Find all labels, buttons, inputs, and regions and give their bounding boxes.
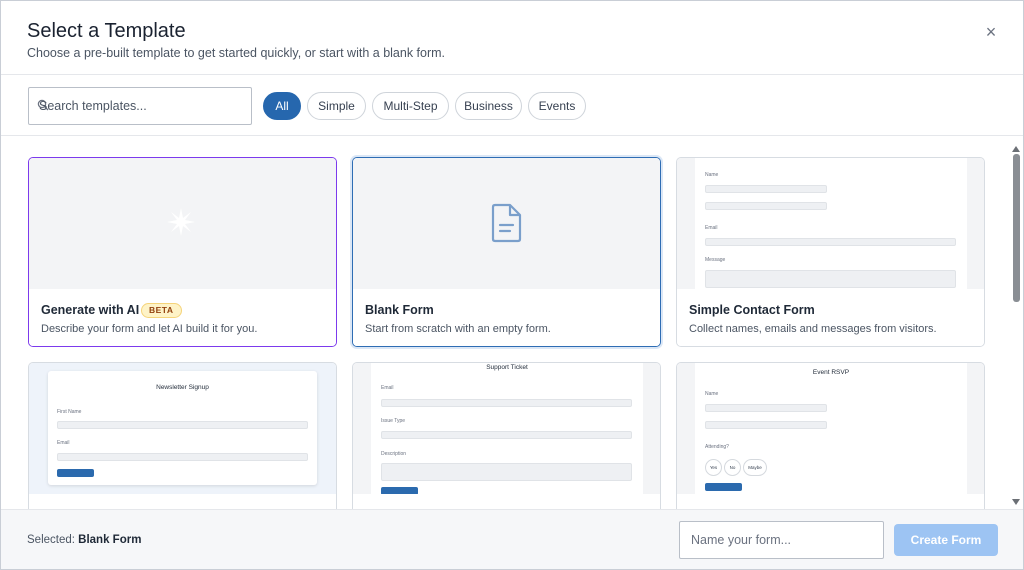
- selected-value: Blank Form: [78, 534, 142, 546]
- template-card-contact[interactable]: Name Email Message Simple Contact Form C…: [676, 157, 985, 347]
- preview-field: [705, 238, 956, 246]
- search-input[interactable]: [39, 88, 247, 123]
- card-description: Start from scratch with an empty form.: [365, 323, 551, 335]
- support-preview: Support Ticket Email Issue Type Descript…: [353, 363, 660, 494]
- form-preview: Newsletter Signup First Name Email: [48, 371, 317, 485]
- template-card-blank[interactable]: Blank Form Start from scratch with an em…: [352, 157, 661, 347]
- template-card-newsletter[interactable]: Newsletter Signup First Name Email: [28, 362, 337, 509]
- filter-events[interactable]: Events: [528, 92, 586, 120]
- preview-label: Email: [705, 225, 718, 231]
- preview-option: Yes: [705, 459, 722, 476]
- preview-title: Event RSVP: [812, 369, 850, 376]
- preview-field: [381, 463, 632, 481]
- filter-simple[interactable]: Simple: [307, 92, 366, 120]
- preview-label: Email: [57, 440, 70, 446]
- preview-button: [381, 487, 418, 494]
- preview-button: [57, 469, 94, 477]
- document-icon: [491, 203, 522, 243]
- newsletter-preview: Newsletter Signup First Name Email: [29, 363, 336, 494]
- ai-thumbnail: [29, 158, 336, 289]
- preview-title: Newsletter Signup: [156, 384, 209, 391]
- modal-header: Select a Template Choose a pre-built tem…: [1, 1, 1023, 75]
- selected-template: Selected: Blank Form: [27, 534, 141, 546]
- preview-title: Support Ticket: [486, 364, 528, 371]
- filter-all[interactable]: All: [263, 92, 301, 120]
- card-title: Simple Contact Form: [689, 303, 815, 317]
- preview-field: [705, 270, 956, 288]
- filter-multi-step[interactable]: Multi-Step: [372, 92, 449, 120]
- preview-label: Attending?: [705, 444, 729, 450]
- card-description: Describe your form and let AI build it f…: [41, 323, 258, 335]
- card-title: Blank Form: [365, 303, 434, 317]
- preview-label: Email: [381, 385, 394, 391]
- preview-option: No: [724, 459, 741, 476]
- preview-label: Message: [705, 257, 726, 263]
- preview-field: [705, 185, 827, 193]
- contact-preview: Name Email Message: [677, 158, 984, 289]
- grid-scrollbar[interactable]: [1010, 146, 1023, 508]
- preview-field: [705, 202, 827, 210]
- preview-label: Name: [705, 172, 719, 178]
- modal-title: Select a Template: [27, 20, 186, 42]
- form-preview: Support Ticket Email Issue Type Descript…: [371, 363, 643, 494]
- template-grid: Generate with AI BETA Describe your form…: [1, 137, 1023, 509]
- card-title: Generate with AI: [41, 303, 140, 317]
- filter-business[interactable]: Business: [455, 92, 522, 120]
- template-modal: Select a Template Choose a pre-built tem…: [0, 0, 1024, 570]
- filter-bar: All Simple Multi-Step Business Events: [1, 76, 1023, 136]
- preview-field: [705, 421, 827, 429]
- blank-thumbnail: [353, 158, 660, 289]
- preview-label: Issue Type: [381, 418, 406, 424]
- modal-subtitle: Choose a pre-built template to get start…: [27, 46, 446, 60]
- preview-field: [381, 399, 632, 407]
- selected-label: Selected:: [27, 534, 79, 546]
- beta-badge: BETA: [141, 303, 182, 318]
- card-description: Collect names, emails and messages from …: [689, 323, 937, 335]
- form-name-input[interactable]: [679, 521, 884, 559]
- preview-button: [705, 483, 742, 491]
- form-preview: Event RSVP Name Attending? Yes No Maybe: [695, 363, 967, 494]
- preview-option: Maybe: [743, 459, 767, 476]
- create-form-button[interactable]: Create Form: [894, 524, 998, 556]
- sparkle-icon: [167, 208, 195, 236]
- scroll-down-icon[interactable]: [1012, 499, 1020, 505]
- modal-footer: Selected: Blank Form Create Form: [1, 509, 1023, 569]
- preview-field: [57, 453, 308, 461]
- template-card-support[interactable]: Support Ticket Email Issue Type Descript…: [352, 362, 661, 509]
- preview-field: [57, 421, 308, 429]
- preview-field: [381, 431, 632, 439]
- close-icon[interactable]: ×: [983, 23, 999, 41]
- scroll-thumb[interactable]: [1013, 154, 1020, 302]
- template-card-rsvp[interactable]: Event RSVP Name Attending? Yes No Maybe: [676, 362, 985, 509]
- search-box: [28, 87, 252, 125]
- preview-label: Description: [381, 451, 407, 457]
- template-card-ai[interactable]: Generate with AI BETA Describe your form…: [28, 157, 337, 347]
- rsvp-preview: Event RSVP Name Attending? Yes No Maybe: [677, 363, 984, 494]
- preview-label: Name: [705, 391, 719, 397]
- scroll-up-icon[interactable]: [1012, 146, 1020, 152]
- preview-label: First Name: [57, 409, 82, 415]
- preview-field: [705, 404, 827, 412]
- form-preview: Name Email Message: [695, 158, 967, 289]
